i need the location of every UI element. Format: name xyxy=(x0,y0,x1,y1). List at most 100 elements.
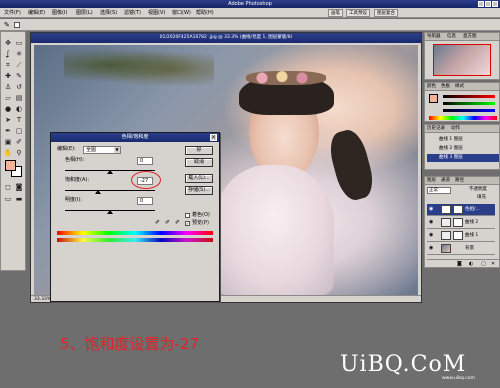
close-button[interactable] xyxy=(492,1,498,7)
tab-layers[interactable]: 图层 xyxy=(427,178,436,184)
tab-info[interactable]: 信息 xyxy=(447,34,456,40)
navigator-thumbnail[interactable] xyxy=(433,44,491,76)
menu-layer[interactable]: 图层(L) xyxy=(76,10,93,16)
layer-row[interactable]: ◉ 色相/... xyxy=(427,204,495,216)
edit-select[interactable]: 全图 ▼ xyxy=(83,146,121,154)
eye-icon[interactable]: ◉ xyxy=(429,220,435,225)
notes-tool-icon[interactable]: ▣ xyxy=(3,137,13,147)
eyedropper-icon[interactable]: ✎ xyxy=(4,21,10,29)
tab-color[interactable]: 颜色 xyxy=(427,84,436,90)
tab-actions[interactable]: 动作 xyxy=(451,126,460,132)
blend-mode-select[interactable]: 正常 xyxy=(427,187,451,194)
menu-file[interactable]: 文件(F) xyxy=(4,10,21,16)
cancel-button[interactable]: 取消 xyxy=(185,158,213,167)
workspace-tab-tool-presets[interactable]: 工具预设 xyxy=(346,9,370,17)
history-item[interactable]: 曲线 2 图层 xyxy=(439,146,463,152)
menu-window[interactable]: 窗口(W) xyxy=(172,10,191,16)
blur-tool-icon[interactable]: ● xyxy=(3,104,13,114)
saturation-slider-thumb[interactable] xyxy=(95,190,101,194)
screen-mode-icon[interactable]: ▭ xyxy=(3,194,13,204)
menu-select[interactable]: 选择(S) xyxy=(100,10,117,16)
quick-mask-icon[interactable]: ◙ xyxy=(14,182,24,192)
adjustment-layer-icon[interactable]: ◐ xyxy=(469,261,473,267)
save-button[interactable]: 存储(S)... xyxy=(185,186,213,195)
clone-stamp-tool-icon[interactable]: ♙ xyxy=(3,82,13,92)
trash-icon[interactable]: ✕ xyxy=(491,261,495,267)
layer-thumbnail xyxy=(441,231,451,240)
healing-brush-tool-icon[interactable]: ✚ xyxy=(3,71,13,81)
layer-row[interactable]: ◉ 曲线 2 xyxy=(427,217,495,229)
ok-button[interactable]: 好 xyxy=(185,146,213,155)
minimize-button[interactable] xyxy=(478,1,484,7)
load-button[interactable]: 载入(L)... xyxy=(185,174,213,183)
history-brush-tool-icon[interactable]: ↺ xyxy=(14,82,24,92)
lightness-input[interactable]: 0 xyxy=(137,197,153,205)
hair-pigtail xyxy=(325,126,378,204)
tab-styles[interactable]: 样式 xyxy=(455,84,464,90)
colorize-checkbox[interactable] xyxy=(185,213,190,218)
blue-slider[interactable] xyxy=(443,109,495,112)
workspace-tab-layer-comps[interactable]: 图层复合 xyxy=(374,9,398,17)
magic-wand-tool-icon[interactable]: ✳ xyxy=(14,49,24,59)
red-slider[interactable] xyxy=(443,95,495,98)
add-mask-icon[interactable]: ◙ xyxy=(457,261,462,267)
dialog-close-button[interactable]: × xyxy=(210,134,217,141)
history-item-selected[interactable]: 曲线 3 图层 xyxy=(427,154,499,162)
standard-mode-icon[interactable]: ◻ xyxy=(3,182,13,192)
eyedropper-tool-icon[interactable]: ✐ xyxy=(14,137,24,147)
saturation-slider-track[interactable] xyxy=(65,190,155,191)
shape-tool-icon[interactable]: ▢ xyxy=(14,126,24,136)
type-tool-icon[interactable]: T xyxy=(14,115,24,125)
options-bar: ✎ xyxy=(0,19,500,31)
eye-icon[interactable]: ◉ xyxy=(429,246,435,251)
hue-input[interactable]: 0 xyxy=(137,157,153,165)
new-layer-icon[interactable]: ▢ xyxy=(481,261,486,267)
lasso-tool-icon[interactable]: ʆ xyxy=(3,49,13,59)
tab-swatches[interactable]: 色板 xyxy=(441,84,450,90)
brush-tool-icon[interactable]: ✎ xyxy=(14,71,24,81)
history-item[interactable]: 曲线 1 图层 xyxy=(439,137,463,143)
tab-channels[interactable]: 通道 xyxy=(441,178,450,184)
eyedropper-icon[interactable]: ✐ xyxy=(155,219,160,226)
menu-help[interactable]: 帮助(H) xyxy=(196,10,214,16)
tab-navigator[interactable]: 导航器 xyxy=(427,34,441,40)
preview-checkbox[interactable]: ✓ xyxy=(185,221,190,226)
marquee-tool-icon[interactable]: ▭ xyxy=(14,38,24,48)
tab-history[interactable]: 历史记录 xyxy=(427,126,445,132)
document-title: 01/2020F425A10782 .jpg @ 33.3% (曲线/亮度 1,… xyxy=(31,33,421,43)
layer-row[interactable]: ◉ 曲线 1 xyxy=(427,230,495,242)
crop-tool-icon[interactable]: ⌗ xyxy=(3,60,13,70)
fullscreen-mode-icon[interactable]: ▬ xyxy=(14,194,24,204)
layer-row[interactable]: ◉ 背景 xyxy=(427,243,495,255)
tab-histogram[interactable]: 直方图 xyxy=(463,34,477,40)
eye-icon[interactable]: ◉ xyxy=(429,207,435,212)
eye-icon[interactable]: ◉ xyxy=(429,233,435,238)
pen-tool-icon[interactable]: ✒ xyxy=(3,126,13,136)
zoom-tool-icon[interactable]: ⚲ xyxy=(14,148,24,158)
path-selection-tool-icon[interactable]: ➤ xyxy=(3,115,13,125)
highlight-circle xyxy=(131,171,161,189)
hue-saturation-dialog: 色相/饱和度 × 编辑(E): 全图 ▼ 色相(H): 0 饱和度(A): -2… xyxy=(50,132,220,302)
menu-filter[interactable]: 滤镜(T) xyxy=(124,10,141,16)
maximize-button[interactable] xyxy=(485,1,491,7)
eyedropper-minus-icon[interactable]: ✐ xyxy=(175,219,180,226)
green-slider[interactable] xyxy=(443,102,495,105)
hand-tool-icon[interactable]: ✋ xyxy=(3,148,13,158)
workspace-tab-brushes[interactable]: 画笔 xyxy=(328,9,343,17)
gradient-tool-icon[interactable]: ▤ xyxy=(14,93,24,103)
move-tool-icon[interactable]: ✥ xyxy=(3,38,13,48)
color-ramp[interactable] xyxy=(429,116,497,120)
color-panel-swatch[interactable] xyxy=(429,94,438,103)
hue-slider-thumb[interactable] xyxy=(107,170,113,174)
dodge-tool-icon[interactable]: ◐ xyxy=(14,104,24,114)
menu-edit[interactable]: 编辑(E) xyxy=(28,10,45,16)
menu-view[interactable]: 视图(V) xyxy=(148,10,165,16)
foreground-color-swatch[interactable] xyxy=(5,160,16,171)
tool-preset-picker[interactable] xyxy=(14,22,20,28)
eyedropper-plus-icon[interactable]: ✐ xyxy=(165,219,170,226)
lightness-slider-thumb[interactable] xyxy=(107,210,113,214)
slice-tool-icon[interactable]: ⟋ xyxy=(14,60,24,70)
tab-paths[interactable]: 路径 xyxy=(455,178,464,184)
menu-image[interactable]: 图像(I) xyxy=(52,10,67,16)
eraser-tool-icon[interactable]: ▱ xyxy=(3,93,13,103)
